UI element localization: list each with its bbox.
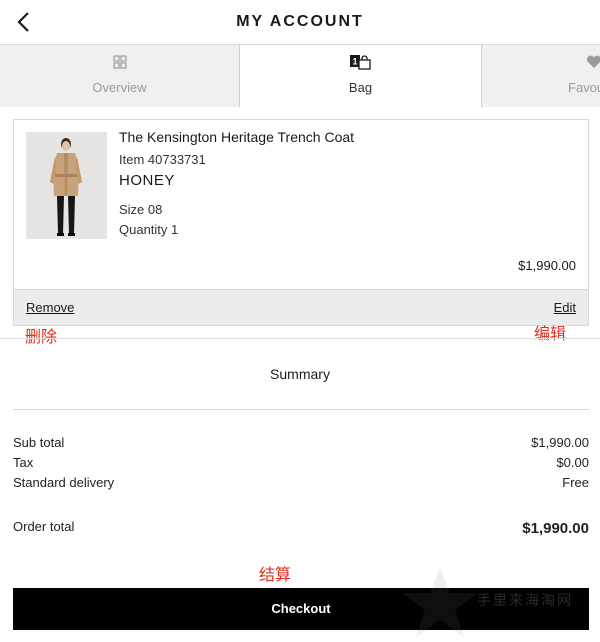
tab-bag[interactable]: 1 Bag [240,45,481,108]
subtotal-value: $1,990.00 [531,435,589,450]
item-quantity: Quantity 1 [119,222,179,237]
item-number: Item 40733731 [119,152,206,167]
heart-icon [586,55,600,74]
delivery-row: Standard delivery Free [13,475,589,493]
tab-label: Favou [568,80,600,95]
edit-annotation: 编辑 [534,324,567,343]
account-tabs: Overview 1 Bag Favou [0,45,600,108]
divider [0,338,600,339]
page-title: MY ACCOUNT [236,13,364,30]
item-price: $1,990.00 [518,258,576,273]
delivery-value: Free [562,475,589,490]
checkout-button[interactable]: Checkout [13,588,589,630]
product-name[interactable]: The Kensington Heritage Trench Coat [119,129,354,145]
order-total-value: $1,990.00 [522,520,589,537]
checkout-annotation: 结算 [259,565,292,584]
edit-button[interactable]: Edit [554,300,576,315]
grid-icon [112,55,127,74]
tax-label: Tax [13,455,34,470]
order-total-row: Order total $1,990.00 [13,519,589,537]
item-color: HONEY [119,172,175,189]
tab-overview[interactable]: Overview [0,45,240,107]
bag-item-card: The Kensington Heritage Trench Coat Item… [13,119,589,326]
tax-value: $0.00 [556,455,589,470]
item-actions-bar: Remove Edit [14,289,588,325]
remove-annotation: 删除 [25,327,58,346]
order-total-label: Order total [13,519,75,534]
tab-label: Overview [92,80,147,95]
app-header: MY ACCOUNT [0,0,600,45]
tax-row: Tax $0.00 [13,455,589,473]
product-image[interactable] [26,132,107,239]
delivery-label: Standard delivery [13,475,115,490]
subtotal-label: Sub total [13,435,65,450]
bag-count-badge: 1 [352,57,357,67]
divider [13,409,589,410]
bag-icon: 1 [349,55,372,76]
remove-button[interactable]: Remove [26,300,74,315]
tab-favourites[interactable]: Favou [481,45,600,107]
subtotal-row: Sub total $1,990.00 [13,435,589,453]
tab-label: Bag [348,80,373,95]
summary-title: Summary [270,366,330,382]
item-size: Size 08 [119,202,163,217]
